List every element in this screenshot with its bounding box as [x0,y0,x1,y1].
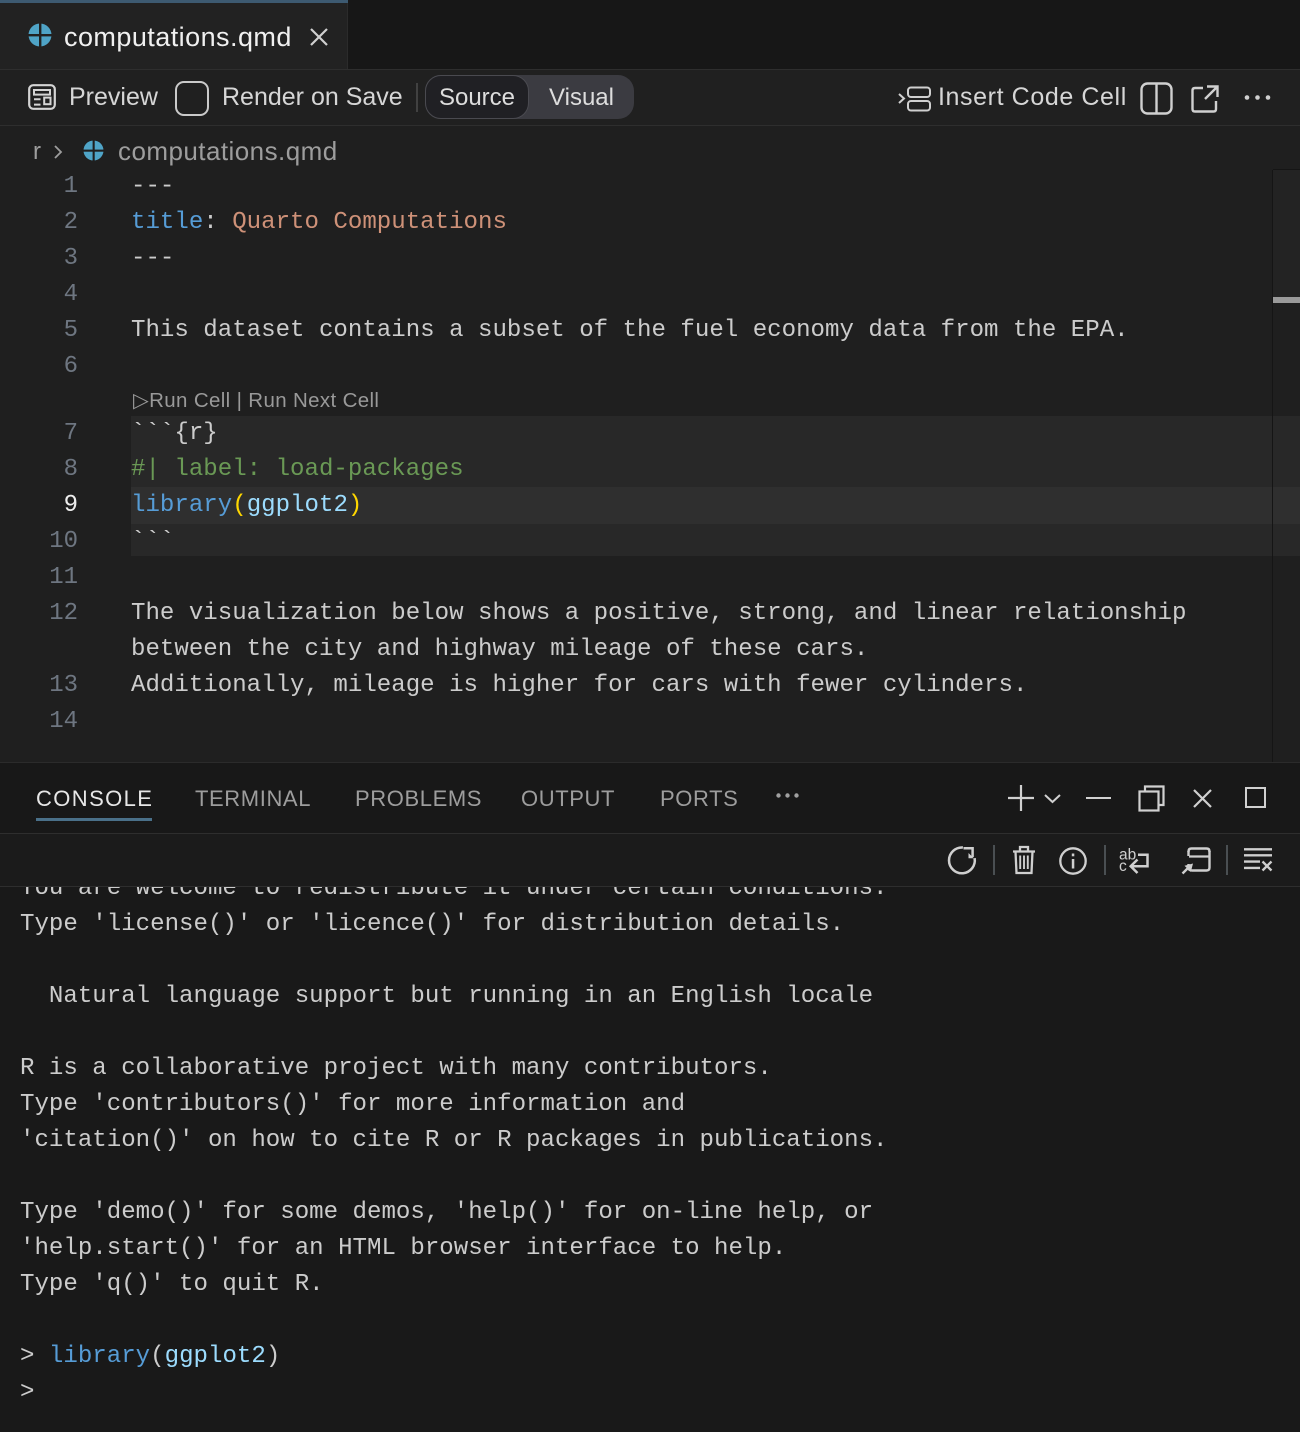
svg-text:c: c [1119,858,1127,875]
